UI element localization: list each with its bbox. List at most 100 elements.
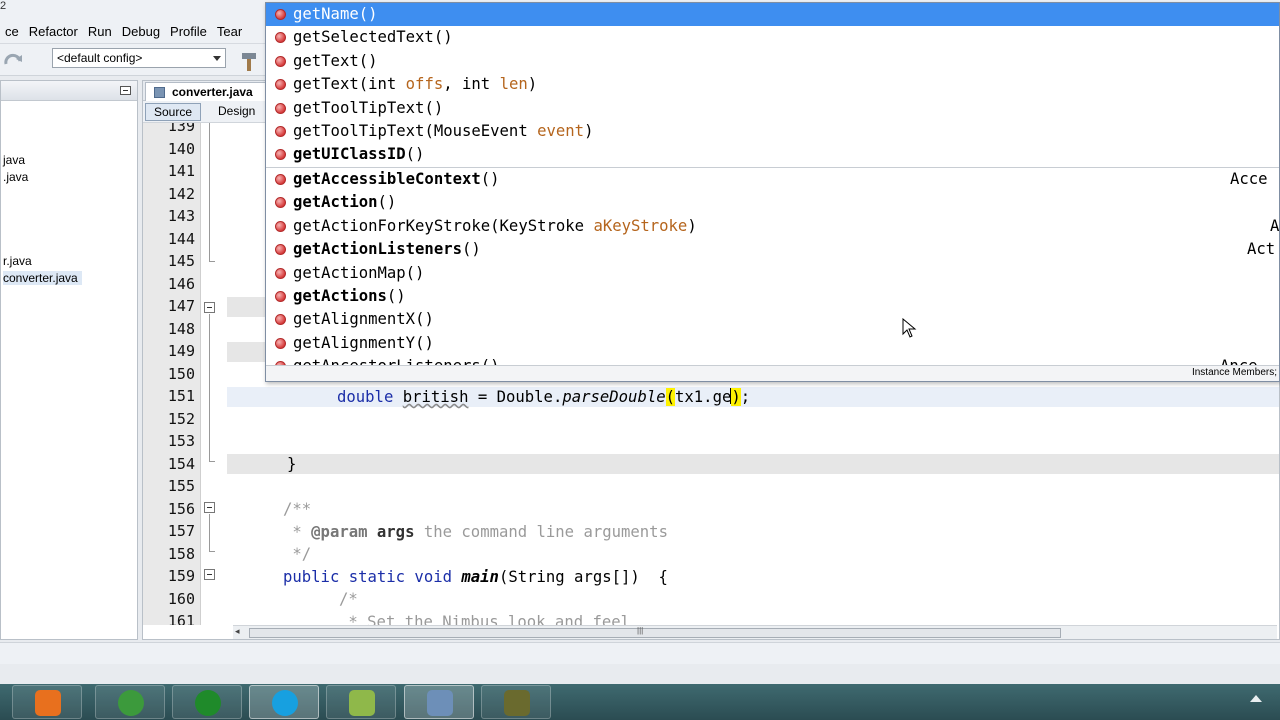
notes-icon (349, 690, 375, 716)
method-icon (275, 103, 286, 114)
horizontal-scrollbar[interactable]: ◂ ||| (233, 625, 1277, 639)
completion-item[interactable]: getActions() (266, 285, 1279, 308)
scrollbar-thumb[interactable] (249, 628, 1061, 638)
fold-toggle-icon[interactable] (204, 302, 215, 313)
code-variable: british (402, 388, 469, 406)
tree-item[interactable]: .java (3, 170, 28, 184)
window-title: 2 (0, 0, 7, 12)
code-text: ; (740, 388, 751, 406)
code-text: (String args[]) { (498, 568, 668, 586)
completion-item[interactable]: getActionMap() (266, 262, 1279, 285)
param-name: aKeyStroke (593, 217, 688, 235)
hammer-icon[interactable] (238, 50, 262, 72)
method-name: getActionForKeyStroke (293, 217, 491, 235)
method-args: () (377, 193, 397, 211)
bracket-match: ( (665, 388, 676, 406)
code-line-159: public static void main(String args[]) { (283, 567, 668, 587)
method-icon (275, 314, 286, 325)
fold-toggle-icon[interactable] (204, 569, 215, 580)
method-name: getActionListeners (293, 240, 462, 258)
taskbar-app-utorrent[interactable] (172, 685, 242, 719)
completion-item[interactable]: getAlignmentY() (266, 332, 1279, 355)
method-icon (275, 291, 286, 302)
line-number: 144 (167, 230, 195, 248)
tab-source[interactable]: Source (145, 103, 202, 121)
menu-item-refactor[interactable]: Refactor (24, 24, 83, 40)
tree-item[interactable]: r.java (3, 254, 32, 268)
completion-item[interactable]: getText() (266, 50, 1279, 73)
completion-item[interactable]: getSelectedText() (266, 26, 1279, 49)
method-icon (275, 9, 286, 20)
menu-item-debug[interactable]: Debug (117, 24, 165, 40)
fold-guide (209, 314, 210, 461)
menu-item-source[interactable]: ce (0, 24, 24, 40)
menu-item-run[interactable]: Run (83, 24, 117, 40)
code-line-156: /** (283, 500, 312, 518)
fold-guide (209, 514, 210, 551)
method-name: getSelectedText (293, 28, 434, 46)
method-args: (int (358, 75, 406, 93)
method-args: () (405, 264, 425, 282)
show-hidden-icons-icon[interactable] (1250, 695, 1262, 702)
code-line-158: */ (283, 545, 312, 563)
taskbar-app-media[interactable] (12, 685, 82, 719)
tab-design[interactable]: Design (210, 103, 263, 121)
completion-item[interactable]: getToolTipText() (266, 97, 1279, 120)
completion-item[interactable]: getActionForKeyStroke(KeyStroke aKeyStro… (266, 215, 1280, 238)
taskbar-app-netbeans[interactable] (404, 685, 474, 719)
taskbar (0, 684, 1280, 720)
line-number: 146 (167, 275, 195, 293)
method-args: () (433, 28, 453, 46)
tree-item[interactable]: java (3, 153, 25, 167)
tree-item-selected[interactable]: converter.java (3, 271, 82, 285)
projector-icon (504, 690, 530, 716)
method-name: getActionMap (293, 264, 406, 282)
return-type: A (1270, 217, 1280, 235)
completion-item[interactable]: getText(int offs, int len) (266, 73, 1279, 96)
redo-icon[interactable] (2, 50, 26, 72)
taskbar-app-projector[interactable] (481, 685, 551, 719)
line-number: 142 (167, 185, 195, 203)
completion-item[interactable]: getActionListeners() Act (266, 238, 1279, 261)
fold-toggle-icon[interactable] (204, 502, 215, 513)
utorrent-icon (195, 690, 221, 716)
chrome-icon (118, 690, 144, 716)
param-name: event (537, 122, 585, 140)
method-args: () (415, 334, 434, 352)
scroll-left-icon[interactable]: ◂ (235, 626, 240, 637)
config-select[interactable]: <default config> (52, 48, 226, 68)
taskbar-app-notes[interactable] (326, 685, 396, 719)
chevron-down-icon[interactable] (213, 56, 221, 61)
taskbar-app-skype[interactable] (249, 685, 319, 719)
line-number: 141 (167, 162, 195, 180)
line-number: 145 (167, 252, 195, 270)
completion-item[interactable]: getAlignmentX() (266, 308, 1279, 331)
method-icon (275, 56, 286, 67)
method-icon (275, 149, 286, 160)
scrollbar-grip-icon: ||| (637, 626, 644, 635)
line-number: 154 (167, 455, 195, 473)
mouse-pointer-icon (902, 318, 917, 338)
code-line-157: * @param args the command line arguments (283, 522, 668, 542)
method-args: ) (584, 122, 594, 140)
line-number-gutter: 139 140 141 142 143 144 145 146 147 148 … (143, 123, 201, 625)
taskbar-app-chrome[interactable] (95, 685, 165, 719)
line-number: 153 (167, 432, 195, 450)
line-number: 156 (167, 500, 195, 518)
menu-item-team[interactable]: Tear (212, 24, 247, 40)
completion-item[interactable]: getAction() (266, 191, 1279, 214)
completion-item[interactable]: getUIClassID() (266, 143, 1279, 166)
menu-item-profile[interactable]: Profile (165, 24, 212, 40)
line-number: 157 (167, 522, 195, 540)
method-icon (275, 244, 286, 255)
fold-guide-end (209, 261, 215, 262)
method-icon (275, 79, 286, 90)
minimize-icon[interactable] (120, 86, 131, 95)
param-name: len (499, 75, 528, 93)
line-number: 150 (167, 365, 195, 383)
completion-item[interactable]: getAccessibleContext() Acce (266, 168, 1279, 191)
completion-item-selected[interactable]: getName() (266, 3, 1279, 26)
config-select-value: <default config> (57, 51, 143, 65)
completion-item[interactable]: getToolTipText(MouseEvent event) (266, 120, 1279, 143)
tab-converter-java[interactable]: converter.java (145, 82, 271, 101)
